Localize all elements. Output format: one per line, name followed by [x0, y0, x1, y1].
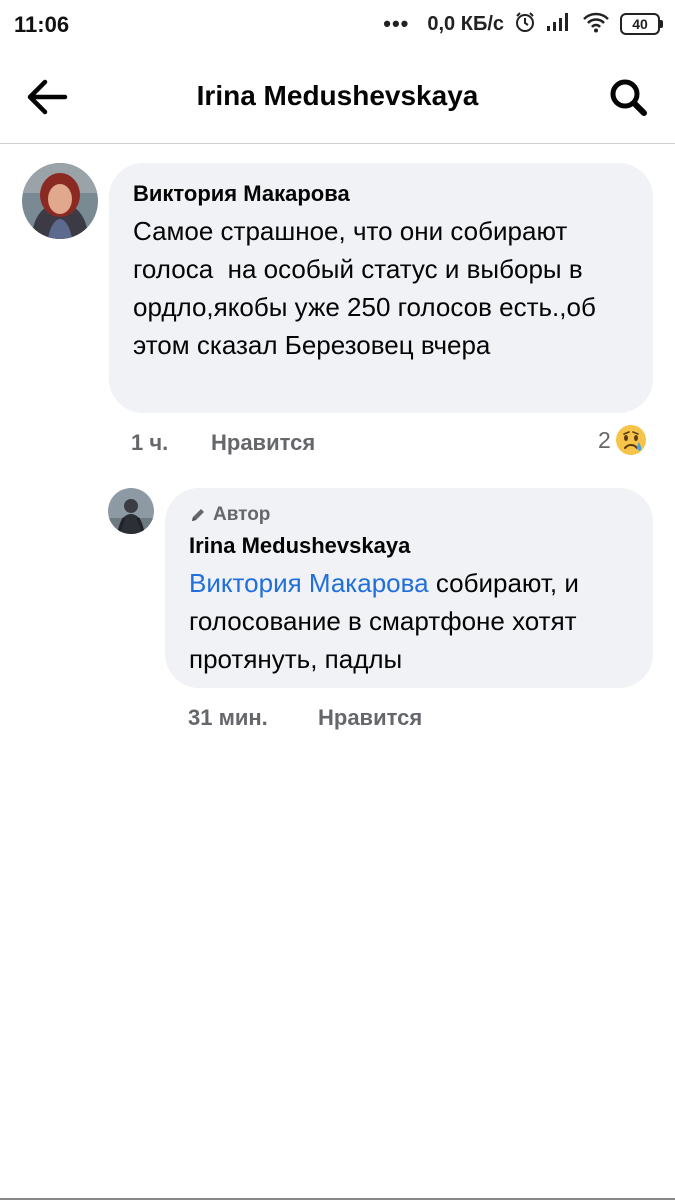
reply-author[interactable]: Irina Medushevskaya: [189, 533, 410, 559]
battery-level: 40: [620, 13, 660, 35]
comment-author[interactable]: Виктория Макарова: [133, 181, 350, 207]
reaction-count: 2: [598, 426, 611, 453]
pencil-icon: [192, 509, 204, 521]
page-title: Irina Medushevskaya: [196, 80, 479, 111]
sad-emoji-icon: [615, 425, 646, 455]
avatar[interactable]: [22, 163, 98, 239]
comment-like-button[interactable]: Нравится: [211, 430, 315, 456]
reply-text: Виктория Макарова собирают, и голосовани…: [189, 564, 634, 678]
reply-avatar[interactable]: [108, 488, 154, 534]
status-bar: 11:06 ••• 0,0 КБ/с 40: [0, 0, 675, 50]
header-bar: Irina Medushevskaya: [0, 50, 675, 144]
battery-icon: 40: [620, 13, 663, 35]
alarm-icon: [514, 11, 536, 38]
arrow-left-icon: [27, 79, 68, 115]
more-dots-icon: •••: [383, 11, 410, 36]
reply-bubble[interactable]: Автор Irina Medushevskaya Виктория Макар…: [165, 488, 653, 688]
status-time: 11:06: [14, 12, 70, 37]
reply-like-button[interactable]: Нравится: [318, 705, 422, 731]
wifi-icon: [582, 11, 610, 38]
comment-time[interactable]: 1 ч.: [131, 430, 168, 456]
author-badge: Автор: [189, 504, 270, 526]
back-button[interactable]: [22, 74, 72, 120]
comment-bubble[interactable]: Виктория Макарова Самое страшное, что он…: [109, 163, 653, 413]
network-speed: 0,0 КБ/с: [427, 12, 504, 35]
author-badge-label: Автор: [213, 504, 271, 525]
search-button[interactable]: [603, 74, 653, 120]
reply-time[interactable]: 31 мин.: [188, 705, 268, 731]
comment-reactions[interactable]: 2: [598, 424, 647, 456]
signal-icon: [546, 12, 572, 37]
comment-text: Самое страшное, что они собирают голоса …: [133, 216, 604, 360]
reply-mention[interactable]: Виктория Макарова: [189, 568, 429, 598]
search-icon: [610, 79, 647, 116]
status-icons: ••• 0,0 КБ/с 40: [383, 10, 663, 38]
